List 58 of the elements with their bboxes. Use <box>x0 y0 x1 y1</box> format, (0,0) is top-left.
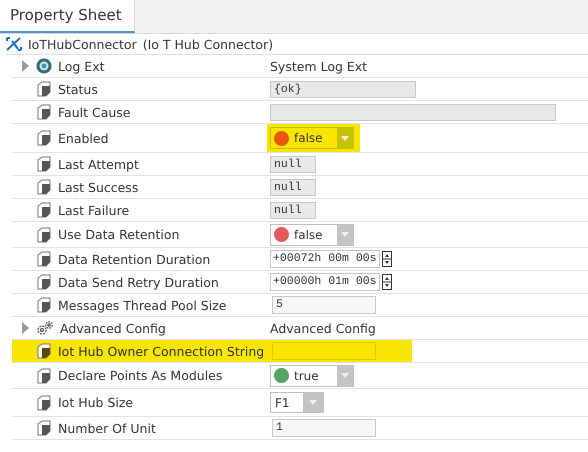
dropdown-arrow-icon <box>309 400 317 405</box>
spinner-icon[interactable] <box>382 251 392 267</box>
property-name: Data Retention Duration <box>58 252 210 266</box>
boolean-dropdown[interactable]: true <box>270 364 354 386</box>
cube-icon <box>36 274 52 290</box>
duration-field[interactable]: +00000h 01m 00s <box>270 273 380 291</box>
text-field[interactable] <box>272 342 376 360</box>
boolean-dropdown[interactable]: false <box>270 127 354 149</box>
property-name: Last Failure <box>58 202 130 218</box>
component-name: IoTHubConnector <box>28 36 137 52</box>
duration-field[interactable]: +00072h 00m 00s <box>270 250 380 268</box>
boolean-dropdown[interactable]: false <box>270 224 354 246</box>
cube-icon <box>36 343 52 359</box>
spinner-icon[interactable] <box>382 274 392 290</box>
component-type: (Io T Hub Connector) <box>142 36 274 52</box>
cube-icon <box>36 394 52 410</box>
cube-icon <box>36 81 52 97</box>
readonly-field: {ok} <box>270 80 416 98</box>
property-name: Advanced Config <box>60 320 166 336</box>
property-name: Fault Cause <box>58 104 130 120</box>
property-name: Status <box>58 82 98 96</box>
property-name: Use Data Retention <box>58 227 180 242</box>
cube-icon <box>36 104 52 120</box>
property-name: Iot Hub Owner Connection String <box>58 344 264 358</box>
cube-icon <box>36 179 52 195</box>
text-field[interactable]: 5 <box>272 296 376 314</box>
property-name: Last Attempt <box>58 156 139 172</box>
cube-icon <box>36 368 52 384</box>
cube-icon <box>36 130 52 146</box>
property-value: Advanced Config <box>270 320 376 336</box>
cube-icon <box>36 156 52 172</box>
cube-icon <box>36 420 52 436</box>
expand-icon[interactable] <box>22 60 30 72</box>
property-name: Number Of Unit <box>58 420 156 436</box>
property-sheet-tab[interactable]: Property Sheet <box>0 0 135 33</box>
property-name: Declare Points As Modules <box>58 368 222 383</box>
enum-dropdown[interactable]: F1 <box>270 392 324 413</box>
property-name: Log Ext <box>58 58 104 74</box>
cube-icon <box>36 297 52 313</box>
readonly-field: null <box>270 178 316 196</box>
cube-icon <box>36 226 52 242</box>
readonly-field: null <box>270 202 316 218</box>
gears-icon <box>36 320 54 336</box>
cube-icon <box>36 202 52 218</box>
dropdown-arrow-icon <box>341 232 349 237</box>
text-field[interactable]: 1 <box>272 419 376 437</box>
property-name: Enabled <box>58 130 109 146</box>
expand-icon[interactable] <box>22 322 30 334</box>
property-name: Iot Hub Size <box>58 395 134 410</box>
property-name: Messages Thread Pool Size <box>58 298 226 312</box>
property-name: Last Success <box>58 180 138 194</box>
connector-icon <box>6 37 22 51</box>
cube-icon <box>36 251 52 267</box>
property-value: System Log Ext <box>270 58 368 74</box>
dropdown-arrow-icon <box>341 136 349 140</box>
dropdown-arrow-icon <box>341 373 349 378</box>
readonly-field: null <box>270 156 316 172</box>
property-name: Data Send Retry Duration <box>58 274 219 290</box>
